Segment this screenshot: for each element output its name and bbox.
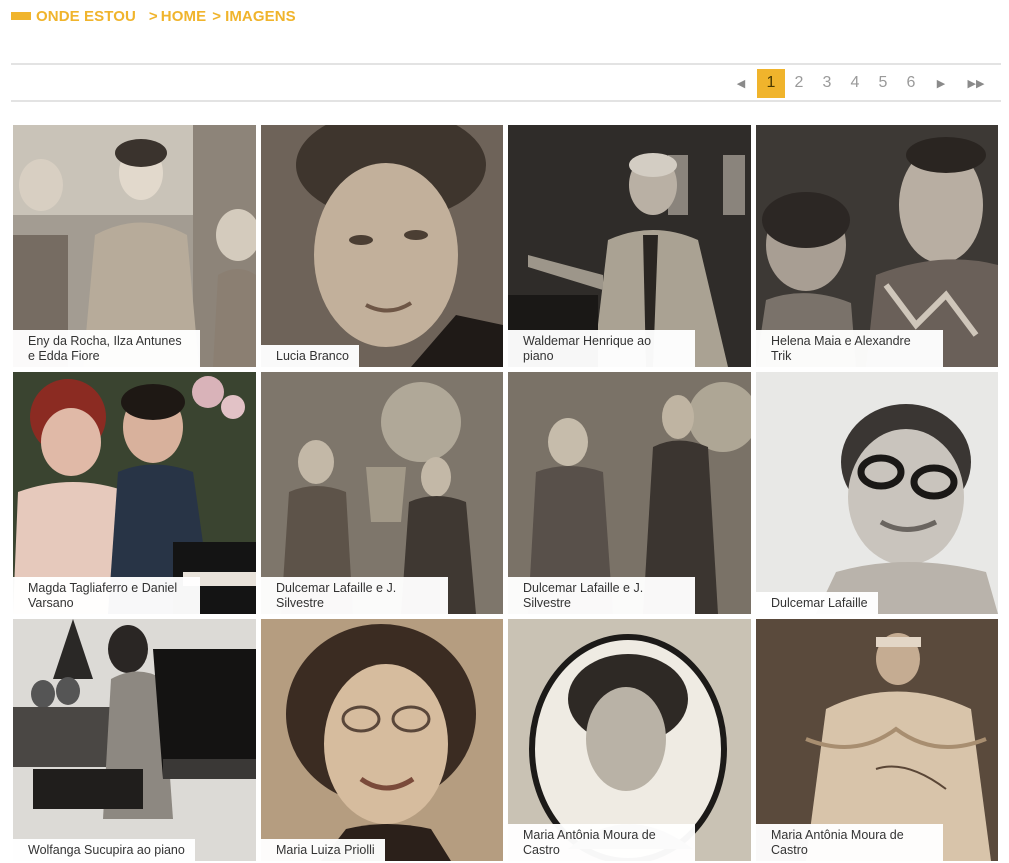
photo-thumbnail (261, 125, 503, 367)
page-2-button[interactable]: 2 (785, 69, 813, 98)
gallery-item[interactable]: Maria Antônia Moura de Castro (508, 619, 751, 861)
gallery-item[interactable]: Dulcemar Lafaille e J. Silvestre (508, 372, 751, 614)
gallery-item[interactable]: Lucia Branco (261, 125, 503, 367)
gallery-item[interactable]: Helena Maia e Alexandre Trik (756, 125, 998, 367)
gallery-item[interactable]: Dulcemar Lafaille e J. Silvestre (261, 372, 503, 614)
page-1-button[interactable]: 1 (757, 68, 785, 98)
photo-thumbnail (13, 619, 256, 861)
breadcrumb-title: ONDE ESTOU (36, 7, 136, 25)
page: ONDE ESTOU > HOME > IMAGENS ◀ 1 2 3 4 5 … (0, 0, 1009, 863)
photo-thumbnail (261, 619, 503, 861)
image-caption: Waldemar Henrique ao piano (508, 330, 695, 367)
gallery-item[interactable]: Maria Luiza Priolli (261, 619, 503, 861)
gallery-item[interactable]: Magda Tagliaferro e Daniel Varsano (13, 372, 256, 614)
image-caption: Wolfanga Sucupira ao piano (13, 839, 195, 861)
pagination: ◀ 1 2 3 4 5 6 ▶ ▶▶ (727, 68, 993, 98)
image-caption: Eny da Rocha, Ilza Antunes e Edda Fiore (13, 330, 200, 367)
image-caption: Dulcemar Lafaille (756, 592, 878, 614)
page-3-button[interactable]: 3 (813, 69, 841, 98)
image-caption: Dulcemar Lafaille e J. Silvestre (261, 577, 448, 614)
gallery-item[interactable]: Waldemar Henrique ao piano (508, 125, 751, 367)
breadcrumb: ONDE ESTOU > HOME > IMAGENS (11, 6, 296, 26)
image-caption: Helena Maia e Alexandre Trik (756, 330, 943, 367)
gallery-item[interactable]: Maria Antônia Moura de Castro (756, 619, 998, 861)
image-caption: Lucia Branco (261, 345, 359, 367)
gallery-item[interactable]: Wolfanga Sucupira ao piano (13, 619, 256, 861)
image-caption: Maria Luiza Priolli (261, 839, 385, 861)
breadcrumb-current[interactable]: IMAGENS (225, 8, 296, 25)
image-caption: Dulcemar Lafaille e J. Silvestre (508, 577, 695, 614)
photo-thumbnail (756, 372, 998, 614)
gallery-item[interactable]: Eny da Rocha, Ilza Antunes e Edda Fiore (13, 125, 256, 367)
breadcrumb-marker-icon (11, 12, 31, 20)
next-page-icon[interactable]: ▶ (927, 69, 955, 98)
breadcrumb-separator: > (148, 7, 158, 25)
image-caption: Maria Antônia Moura de Castro (756, 824, 943, 861)
image-caption: Magda Tagliaferro e Daniel Varsano (13, 577, 200, 614)
page-6-button[interactable]: 6 (897, 69, 925, 98)
breadcrumb-home-link[interactable]: HOME (161, 8, 206, 25)
page-4-button[interactable]: 4 (841, 69, 869, 98)
gallery-item[interactable]: Dulcemar Lafaille (756, 372, 998, 614)
page-5-button[interactable]: 5 (869, 69, 897, 98)
pagination-bar: ◀ 1 2 3 4 5 6 ▶ ▶▶ (11, 63, 1001, 102)
image-caption: Maria Antônia Moura de Castro (508, 824, 695, 861)
prev-page-icon[interactable]: ◀ (727, 69, 755, 98)
breadcrumb-separator: > (212, 7, 222, 25)
image-gallery: Eny da Rocha, Ilza Antunes e Edda Fiore … (13, 125, 999, 861)
last-page-icon[interactable]: ▶▶ (959, 69, 993, 98)
